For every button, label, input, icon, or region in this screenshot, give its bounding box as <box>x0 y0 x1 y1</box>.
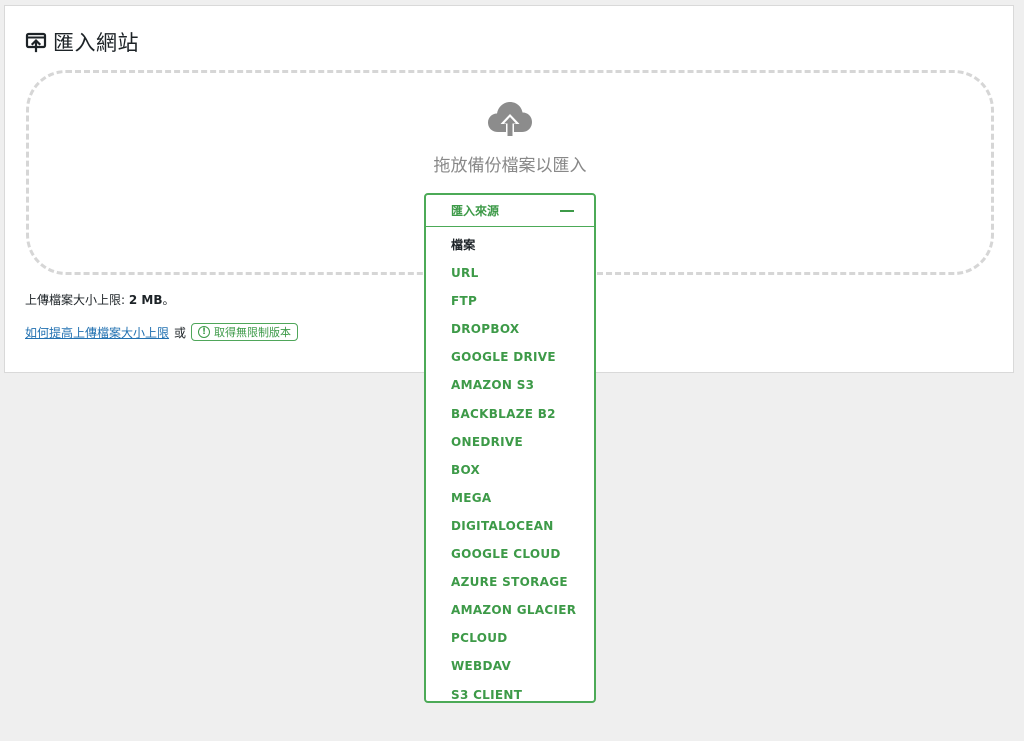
import-source-item-amazon-s3[interactable]: AMAZON S3 <box>426 371 594 399</box>
import-source-item-webdav[interactable]: WEBDAV <box>426 652 594 680</box>
import-source-item-file[interactable]: 檔案 <box>426 231 594 259</box>
or-text: 或 <box>174 325 187 340</box>
import-source-item-url[interactable]: URL <box>426 259 594 287</box>
get-unlimited-button[interactable]: ! 取得無限制版本 <box>191 323 299 341</box>
upload-limit-text: 上傳檔案大小上限: 2 MB。 <box>25 291 175 308</box>
help-row: 如何提高上傳檔案大小上限 或 ! 取得無限制版本 <box>25 323 299 341</box>
get-unlimited-label: 取得無限制版本 <box>214 326 292 339</box>
import-source-item-ftp[interactable]: FTP <box>426 287 594 315</box>
minus-icon <box>560 209 574 212</box>
upload-limit-suffix: 。 <box>162 293 175 307</box>
cloud-upload-icon <box>486 100 534 140</box>
import-source-item-s3-client[interactable]: S3 CLIENT <box>426 681 594 709</box>
import-source-item-amazon-glacier[interactable]: AMAZON GLACIER <box>426 596 594 624</box>
import-source-toggle[interactable]: 匯入來源 <box>426 195 594 227</box>
upload-limit-value: 2 MB <box>128 293 163 307</box>
import-source-item-mega[interactable]: MEGA <box>426 484 594 512</box>
import-source-item-onedrive[interactable]: ONEDRIVE <box>426 428 594 456</box>
page-header: 匯入網站 <box>25 27 139 57</box>
import-site-icon <box>25 31 47 53</box>
import-source-list: 檔案 URL FTP DROPBOX GOOGLE DRIVE AMAZON S… <box>426 227 594 709</box>
import-source-item-box[interactable]: BOX <box>426 456 594 484</box>
dropzone-text: 拖放備份檔案以匯入 <box>433 156 587 176</box>
import-source-dropdown[interactable]: 匯入來源 檔案 URL FTP DROPBOX GOOGLE DRIVE AMA… <box>424 193 596 703</box>
increase-upload-limit-link[interactable]: 如何提高上傳檔案大小上限 <box>25 324 169 341</box>
import-source-item-backblaze-b2[interactable]: BACKBLAZE B2 <box>426 400 594 428</box>
import-source-label: 匯入來源 <box>451 204 500 218</box>
import-source-item-pcloud[interactable]: PCLOUD <box>426 624 594 652</box>
page-title: 匯入網站 <box>53 31 139 55</box>
import-source-item-azure-storage[interactable]: AZURE STORAGE <box>426 568 594 596</box>
import-source-item-google-cloud[interactable]: GOOGLE CLOUD <box>426 540 594 568</box>
upload-limit-label: 上傳檔案大小上限: <box>25 293 129 307</box>
exclamation-circle-icon: ! <box>198 326 211 338</box>
import-source-item-dropbox[interactable]: DROPBOX <box>426 315 594 343</box>
import-source-item-digitalocean[interactable]: DIGITALOCEAN <box>426 512 594 540</box>
import-source-item-google-drive[interactable]: GOOGLE DRIVE <box>426 343 594 371</box>
